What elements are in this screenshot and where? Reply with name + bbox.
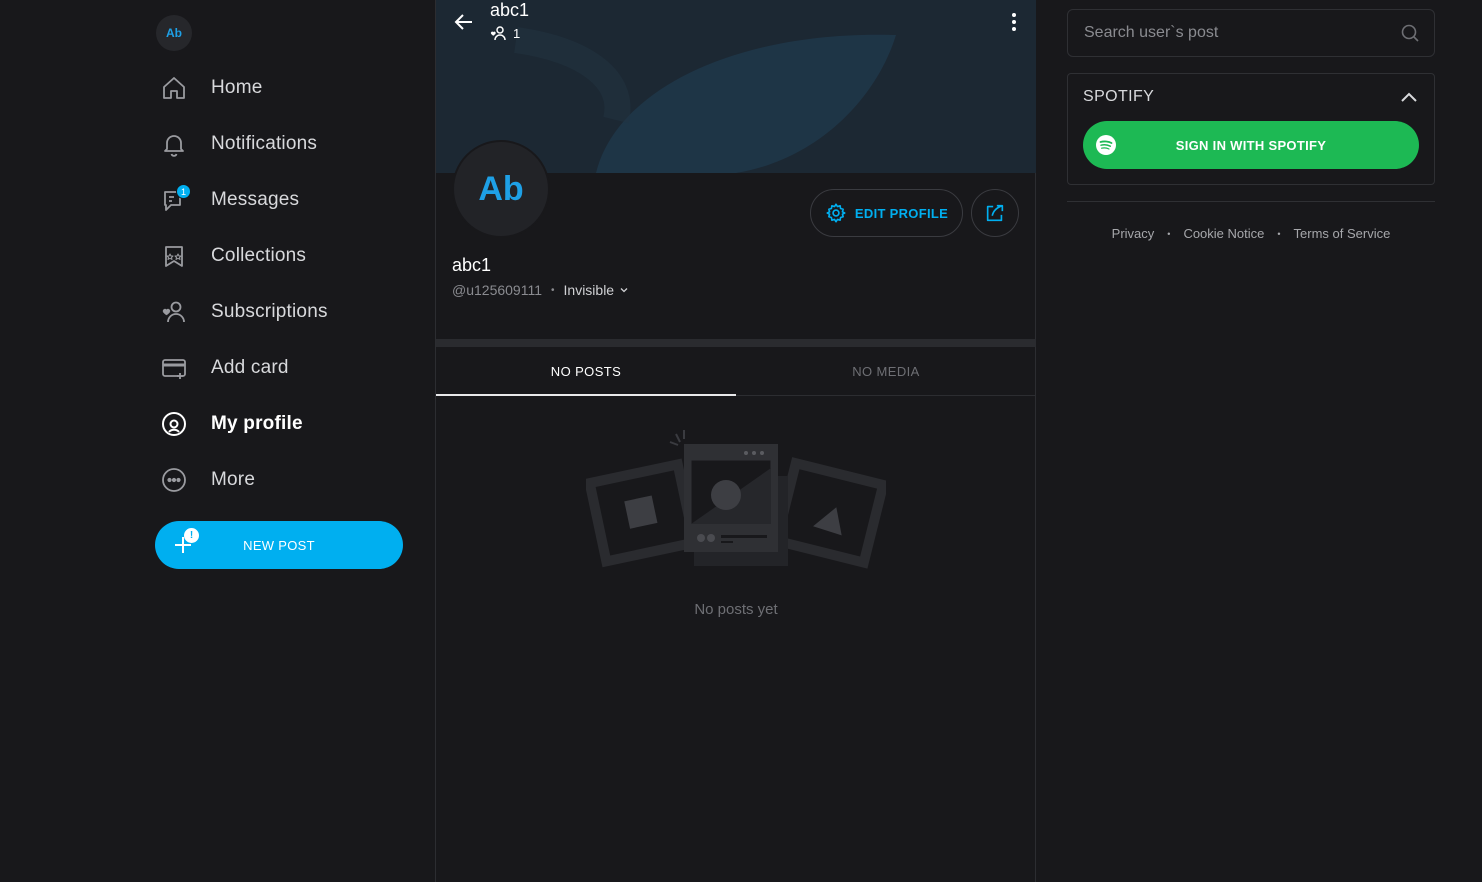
main-nav: Home Notifications 1 Messages Collection… [155, 60, 415, 508]
gear-icon [826, 203, 846, 223]
messages-icon: 1 [155, 181, 193, 219]
profile-avatar[interactable]: Ab [452, 140, 550, 238]
profile-handle-row: @u125609111 • Invisible [452, 282, 629, 298]
search-input[interactable] [1084, 24, 1400, 42]
nav-label: Home [211, 77, 263, 98]
separator: • [551, 284, 555, 296]
nav-item-notifications[interactable]: Notifications [155, 116, 415, 172]
empty-posts-illustration [586, 430, 886, 569]
more-options-icon[interactable] [1004, 10, 1024, 34]
edit-profile-button[interactable]: EDIT PROFILE [810, 189, 963, 237]
search-icon[interactable] [1400, 23, 1420, 43]
avatar[interactable]: Ab [156, 15, 192, 51]
spotify-widget: SPOTIFY SIGN IN WITH SPOTIFY [1067, 73, 1435, 185]
subscriber-count: 1 [513, 25, 521, 41]
empty-state-text: No posts yet [694, 601, 778, 618]
spotify-signin-button[interactable]: SIGN IN WITH SPOTIFY [1083, 121, 1419, 169]
nav-item-add-card[interactable]: Add card [155, 340, 415, 396]
header-subscribers: 1 [490, 25, 520, 41]
share-icon [986, 204, 1004, 222]
spotify-signin-label: SIGN IN WITH SPOTIFY [1175, 137, 1327, 153]
home-icon [155, 69, 193, 107]
nav-label: More [211, 469, 256, 490]
search-box [1067, 9, 1435, 57]
nav-label: Messages [211, 189, 300, 210]
nav-item-more[interactable]: More [155, 452, 415, 508]
profile-tabs: NO POSTS NO MEDIA [436, 347, 1036, 396]
nav-label: Add card [211, 357, 289, 378]
subscribers-icon [490, 26, 506, 41]
footer-separator: • [1167, 228, 1171, 239]
right-sidebar: SPOTIFY SIGN IN WITH SPOTIFY Privacy • C… [1067, 9, 1435, 241]
spotify-title: SPOTIFY [1083, 88, 1155, 105]
bell-icon [155, 125, 193, 163]
add-card-icon [155, 349, 193, 387]
chevron-up-icon[interactable] [1400, 90, 1418, 104]
privacy-link[interactable]: Privacy [1112, 226, 1155, 241]
nav-label: My profile [211, 413, 303, 434]
nav-item-home[interactable]: Home [155, 60, 415, 116]
tab-posts[interactable]: NO POSTS [436, 347, 736, 396]
share-button[interactable] [971, 189, 1019, 237]
left-sidebar: Ab Home Notifications 1 Messages Collect… [155, 0, 415, 882]
nav-item-my-profile[interactable]: My profile [155, 396, 415, 452]
subscriptions-icon [155, 293, 193, 331]
terms-link[interactable]: Terms of Service [1294, 226, 1391, 241]
profile-handle: @u125609111 [452, 282, 542, 298]
nav-item-collections[interactable]: Collections [155, 228, 415, 284]
back-arrow-icon[interactable] [452, 10, 476, 34]
profile-name: abc1 [452, 255, 492, 275]
cookie-notice-link[interactable]: Cookie Notice [1183, 226, 1264, 241]
edit-profile-label: EDIT PROFILE [854, 205, 949, 221]
message-count-badge: 1 [176, 184, 191, 199]
alert-badge: ! [184, 528, 199, 543]
right-divider [1067, 201, 1435, 202]
chevron-down-icon [620, 288, 628, 293]
nav-label: Notifications [211, 133, 318, 154]
tab-media[interactable]: NO MEDIA [736, 347, 1036, 395]
new-post-button[interactable]: ! NEW POST [155, 521, 403, 569]
footer-links: Privacy • Cookie Notice • Terms of Servi… [1067, 226, 1435, 241]
nav-item-subscriptions[interactable]: Subscriptions [155, 284, 415, 340]
spotify-logo-icon [1096, 135, 1116, 155]
collections-icon [155, 237, 193, 275]
more-icon [155, 461, 193, 499]
profile-column: abc1 1 Ab EDIT PROFILE abc1 @u125609111 … [435, 0, 1036, 882]
nav-label: Subscriptions [211, 301, 328, 322]
status-label: Invisible [563, 282, 615, 298]
footer-separator: • [1277, 228, 1281, 239]
nav-label: Collections [211, 245, 307, 266]
profile-icon [155, 405, 193, 443]
section-divider [436, 339, 1036, 347]
nav-item-messages[interactable]: 1 Messages [155, 172, 415, 228]
header-username: abc1 [490, 0, 530, 20]
status-dropdown[interactable]: Invisible [564, 282, 630, 298]
